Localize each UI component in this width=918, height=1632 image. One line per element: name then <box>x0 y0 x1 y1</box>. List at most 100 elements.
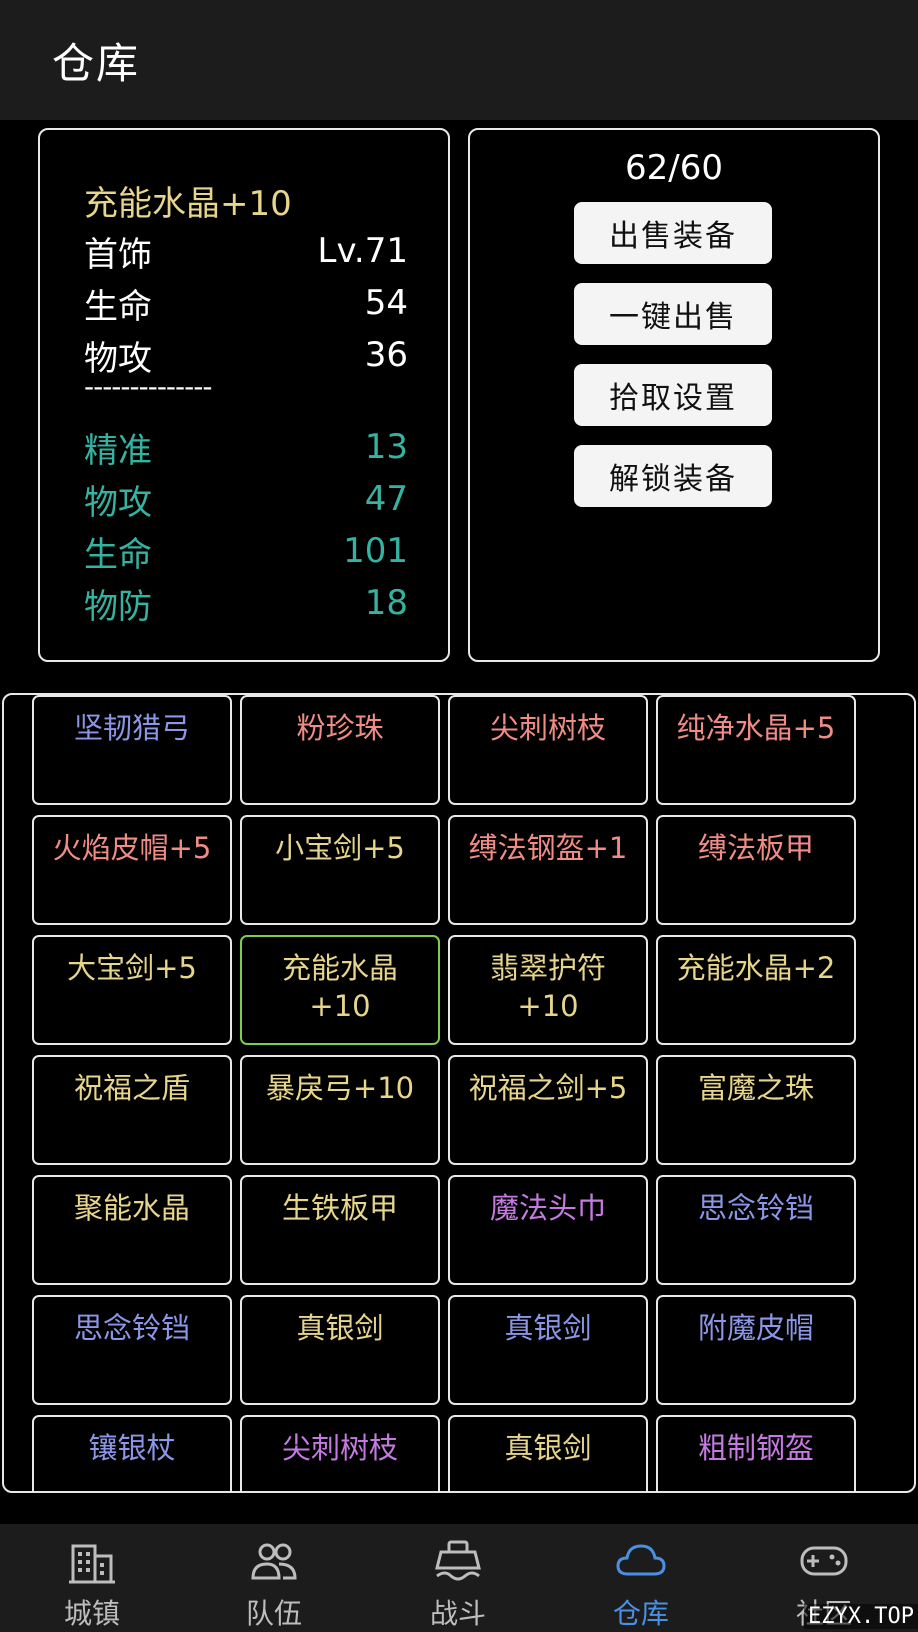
inventory-slot-selected[interactable]: 充能水晶 +10 <box>240 935 440 1045</box>
inventory-slot-label: 思念铃铛 <box>697 1191 814 1225</box>
inventory-grid[interactable]: 坚韧猎弓 粉珍珠 尖刺树枝 纯净水晶+5 火焰皮帽+5 小宝剑+5 缚法钢盔+1 缚法板甲 大宝… <box>2 693 916 1493</box>
inventory-slot[interactable]: 纯净水晶+5 <box>656 695 856 805</box>
inventory-slot[interactable]: 充能水晶+2 <box>656 935 856 1045</box>
inventory-slot-label: 尖刺树枝 <box>281 1431 398 1465</box>
inventory-slot-label: 坚韧猎弓 <box>73 711 190 745</box>
nav-label: 仓库 <box>612 1597 669 1630</box>
inventory-slot-label: 祝福之剑+5 <box>468 1071 628 1105</box>
inventory-slot-label: 真银剑 <box>504 1311 592 1345</box>
inventory-slot-label: 小宝剑+5 <box>275 831 405 865</box>
people-icon <box>251 1543 297 1580</box>
page-title: 仓库 <box>52 39 141 88</box>
inventory-slot-label: 真银剑 <box>504 1431 592 1465</box>
inventory-slot[interactable]: 缚法钢盔+1 <box>448 815 648 925</box>
bonus-value: 101 <box>343 531 408 571</box>
inventory-slot[interactable]: 粗制钢盔 <box>656 1415 856 1491</box>
inventory-slot-label: 魔法头巾 <box>489 1191 606 1225</box>
warehouse-actions-panel: 62/60 出售装备 一键出售 拾取设置 解锁装备 <box>468 128 880 662</box>
inventory-slot[interactable]: 生铁板甲 <box>240 1175 440 1285</box>
bonus-row-hp: 生命 101 <box>84 526 408 576</box>
watermark-text: EZYX.TOP <box>804 1604 918 1629</box>
inventory-slot-label: 祝福之盾 <box>73 1071 190 1105</box>
bonus-label: 物防 <box>84 586 152 627</box>
inventory-slot-label: 粉珍珠 <box>296 711 384 745</box>
gamepad-icon <box>800 1546 848 1576</box>
inventory-slot-label: 富魔之珠 <box>697 1071 814 1105</box>
inventory-slot-label: 翡翠护符 +10 <box>489 951 606 1023</box>
nav-item-team[interactable]: 队伍 <box>214 1524 334 1632</box>
stat-row-hp: 生命 54 <box>84 278 408 328</box>
inventory-slot[interactable]: 魔法头巾 <box>448 1175 648 1285</box>
inventory-slot[interactable]: 祝福之盾 <box>32 1055 232 1165</box>
nav-item-warehouse[interactable]: 仓库 <box>581 1524 701 1632</box>
inventory-slot-label: 暴戾弓+10 <box>265 1071 415 1105</box>
inventory-slot-label: 生铁板甲 <box>281 1191 398 1225</box>
inventory-slot[interactable]: 聚能水晶 <box>32 1175 232 1285</box>
inventory-slot-label: 充能水晶 +10 <box>281 951 398 1023</box>
building-icon <box>69 1544 115 1584</box>
inventory-slot[interactable]: 祝福之剑+5 <box>448 1055 648 1165</box>
inventory-slot-label: 火焰皮帽+5 <box>52 831 212 865</box>
inventory-slot-label: 附魔皮帽 <box>697 1311 814 1345</box>
item-detail-panel: 充能水晶+10 首饰 Lv.71 生命 54 物攻 36 -----------… <box>38 128 450 662</box>
inventory-slot[interactable]: 真银剑 <box>448 1295 648 1405</box>
inventory-slot[interactable]: 尖刺树枝 <box>448 695 648 805</box>
nav-label: 战斗 <box>429 1597 486 1630</box>
bonus-row-def: 物防 18 <box>84 578 408 628</box>
inventory-slot-label: 大宝剑+5 <box>67 951 197 985</box>
inventory-slot[interactable]: 暴戾弓+10 <box>240 1055 440 1165</box>
item-detail-name: 充能水晶+10 <box>84 184 292 224</box>
inventory-slot[interactable]: 富魔之珠 <box>656 1055 856 1165</box>
bonus-label: 物攻 <box>84 482 152 523</box>
inventory-slot-label: 充能水晶+2 <box>676 951 836 985</box>
stat-label: 首饰 <box>84 234 152 275</box>
inventory-slot-label: 粗制钢盔 <box>697 1431 814 1465</box>
inventory-slot[interactable]: 尖刺树枝 <box>240 1415 440 1491</box>
inventory-slot[interactable]: 真银剑 <box>448 1415 648 1491</box>
inventory-slot-label: 缚法钢盔+1 <box>468 831 628 865</box>
inventory-slot[interactable]: 真银剑 <box>240 1295 440 1405</box>
nav-label: 城镇 <box>63 1597 120 1630</box>
bonus-label: 生命 <box>84 534 152 575</box>
unlock-equipment-button[interactable]: 解锁装备 <box>574 445 772 507</box>
inventory-slot[interactable]: 思念铃铛 <box>656 1175 856 1285</box>
cloud-icon <box>616 1544 666 1576</box>
ship-icon <box>435 1540 481 1581</box>
nav-item-town[interactable]: 城镇 <box>32 1524 152 1632</box>
bonus-value: 47 <box>364 479 408 519</box>
inventory-slot[interactable]: 缚法板甲 <box>656 815 856 925</box>
inventory-slot[interactable]: 坚韧猎弓 <box>32 695 232 805</box>
stat-value: 36 <box>364 335 408 375</box>
inventory-slot-label: 真银剑 <box>296 1311 384 1345</box>
inventory-slot[interactable]: 火焰皮帽+5 <box>32 815 232 925</box>
bonus-value: 13 <box>364 427 408 467</box>
inventory-slot-label: 缚法板甲 <box>697 831 814 865</box>
inventory-slot[interactable]: 翡翠护符 +10 <box>448 935 648 1045</box>
inventory-slot-label: 纯净水晶+5 <box>676 711 836 745</box>
inventory-slot-label: 镶银杖 <box>88 1431 176 1465</box>
one-click-sell-button[interactable]: 一键出售 <box>574 283 772 345</box>
inventory-slot[interactable]: 思念铃铛 <box>32 1295 232 1405</box>
inventory-slot[interactable]: 镶银杖 <box>32 1415 232 1491</box>
app-header: 仓库 <box>0 0 918 120</box>
stat-divider: -------------- <box>84 370 212 403</box>
inventory-slot-label: 思念铃铛 <box>73 1311 190 1345</box>
bonus-label: 精准 <box>84 430 152 471</box>
stat-value: 54 <box>364 283 408 323</box>
nav-label: 队伍 <box>245 1597 302 1630</box>
bonus-row-accuracy: 精准 13 <box>84 422 408 472</box>
inventory-slot[interactable]: 附魔皮帽 <box>656 1295 856 1405</box>
stat-label: 生命 <box>84 286 152 327</box>
inventory-slot[interactable]: 小宝剑+5 <box>240 815 440 925</box>
nav-item-battle[interactable]: 战斗 <box>398 1524 518 1632</box>
inventory-slot-label: 聚能水晶 <box>73 1191 190 1225</box>
inventory-slot[interactable]: 粉珍珠 <box>240 695 440 805</box>
inventory-slot[interactable]: 大宝剑+5 <box>32 935 232 1045</box>
sell-equipment-button[interactable]: 出售装备 <box>574 202 772 264</box>
pickup-settings-button[interactable]: 拾取设置 <box>574 364 772 426</box>
stat-row-slot: 首饰 Lv.71 <box>84 226 408 276</box>
stat-value: Lv.71 <box>317 231 409 271</box>
bonus-value: 18 <box>364 583 408 623</box>
bottom-nav: 城镇 队伍 战斗 仓库 社区 <box>0 1524 918 1632</box>
inventory-slot-label: 尖刺树枝 <box>489 711 606 745</box>
